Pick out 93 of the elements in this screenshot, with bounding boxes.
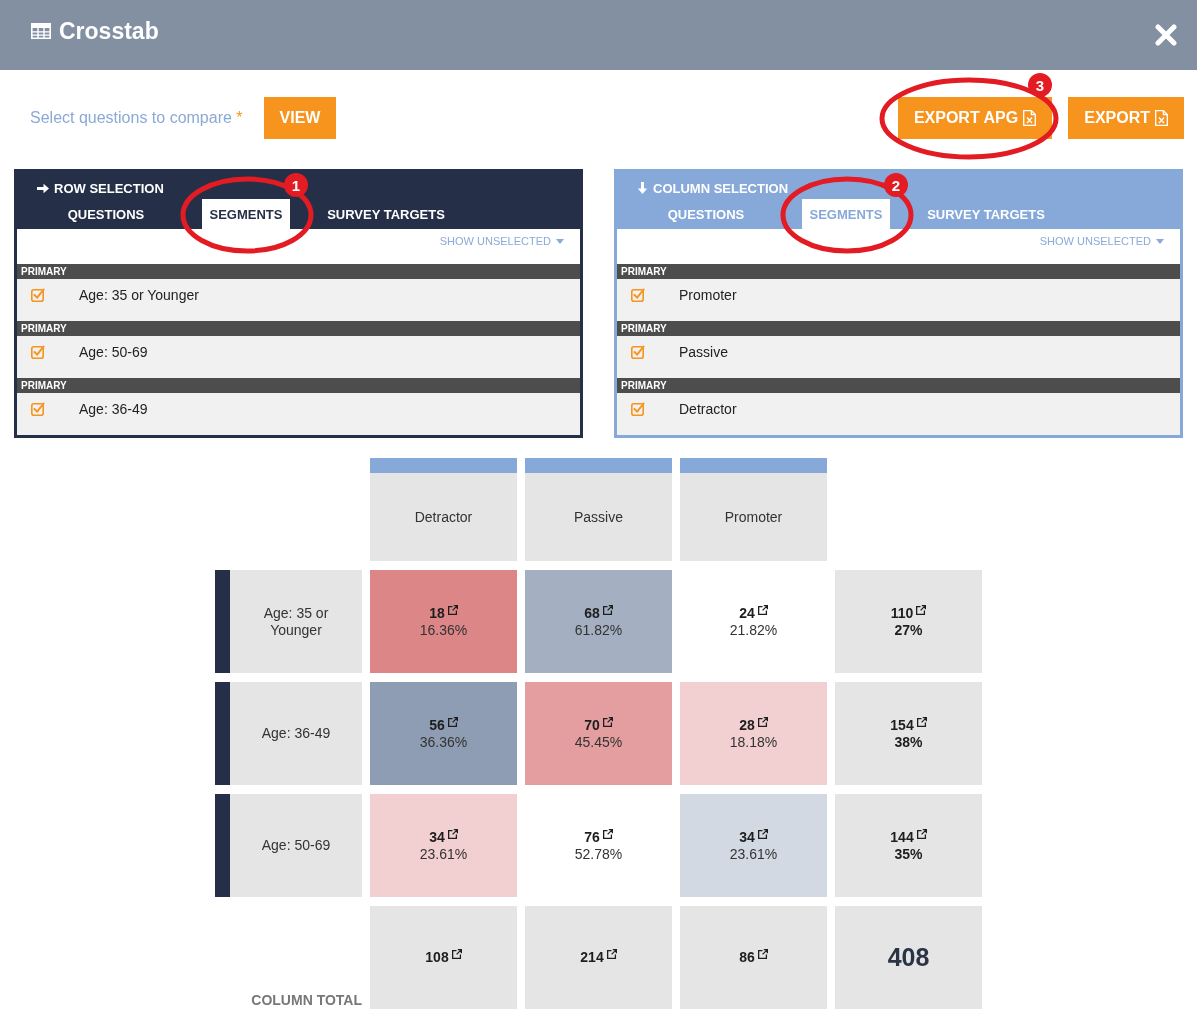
cell-percent: 21.82%: [729, 622, 778, 638]
checkbox[interactable]: [631, 402, 645, 416]
cell-count: 24: [739, 605, 755, 622]
table-icon: [31, 23, 51, 39]
external-link-icon[interactable]: [602, 605, 613, 615]
external-link-icon[interactable]: [757, 605, 768, 615]
segment-label: Age: 50-69: [79, 343, 148, 361]
cell-percent: 16.36%: [419, 622, 468, 638]
checkbox[interactable]: [31, 402, 45, 416]
segment-item[interactable]: Passive: [617, 336, 1180, 378]
external-link-icon[interactable]: [602, 829, 613, 839]
cell-percent: 45.45%: [574, 734, 623, 750]
close-button[interactable]: [1155, 24, 1177, 46]
cell-percent: 18.18%: [729, 734, 778, 750]
external-link-icon[interactable]: [447, 829, 458, 839]
external-link-icon[interactable]: [447, 717, 458, 727]
column-header: Promoter: [680, 458, 827, 561]
callout-badge: 2: [884, 173, 908, 197]
callout-badge: 1: [284, 173, 308, 197]
cell-count: 18: [429, 605, 445, 622]
panel-tab[interactable]: SURVEY TARGETS: [319, 199, 453, 229]
checkbox[interactable]: [631, 288, 645, 302]
panel-title: ROW SELECTION: [54, 180, 164, 196]
group-heading: PRIMARY: [617, 264, 1180, 279]
segment-label: Age: 36-49: [79, 400, 148, 418]
row-total-count: 110: [890, 605, 914, 622]
row-total-percent: 27%: [894, 622, 923, 638]
column-total-count: 108: [425, 949, 449, 966]
checkbox[interactable]: [631, 345, 645, 359]
external-link-icon[interactable]: [916, 605, 927, 615]
segment-label: Detractor: [679, 400, 737, 418]
prompt-text: Select questions to compare *: [30, 109, 243, 127]
cell-count: 76: [584, 829, 600, 846]
cell-count: 70: [584, 717, 600, 734]
checkbox[interactable]: [31, 288, 45, 302]
external-link-icon[interactable]: [602, 717, 613, 727]
excel-file-icon: [1155, 110, 1168, 126]
cell-percent: 36.36%: [419, 734, 468, 750]
caret-down-icon: [556, 239, 564, 244]
group-heading: PRIMARY: [617, 321, 1180, 336]
segment-label: Promoter: [679, 286, 737, 304]
column-total-label: COLUMN TOTAL: [251, 992, 362, 1009]
segment-item[interactable]: Age: 35 or Younger: [17, 279, 580, 321]
group-heading: PRIMARY: [617, 378, 1180, 393]
row-total-percent: 35%: [894, 846, 923, 862]
segment-item[interactable]: Promoter: [617, 279, 1180, 321]
segment-label: Passive: [679, 343, 729, 361]
external-link-icon[interactable]: [757, 829, 768, 839]
external-link-icon[interactable]: [606, 949, 617, 959]
row-label: Age: 35 or Younger: [215, 570, 362, 673]
arrow-down-icon: [637, 182, 648, 194]
external-link-icon[interactable]: [451, 949, 462, 959]
row-total-percent: 38%: [894, 734, 923, 750]
checkbox[interactable]: [31, 345, 45, 359]
column-total-count: 214: [580, 949, 604, 966]
cell-percent: 23.61%: [419, 846, 468, 862]
column-header: Passive: [525, 458, 672, 561]
row-total-count: 144: [890, 829, 914, 846]
row-label: Age: 50-69: [215, 794, 362, 897]
callout-badge: 3: [1027, 73, 1052, 97]
row-total-count: 154: [890, 717, 914, 734]
excel-file-icon: [1023, 110, 1037, 126]
cell-percent: 61.82%: [574, 622, 623, 638]
caret-down-icon: [1156, 239, 1164, 244]
cell-percent: 23.61%: [729, 846, 778, 862]
cell-count: 68: [584, 605, 600, 622]
cell-count: 34: [739, 829, 755, 846]
group-heading: PRIMARY: [17, 321, 580, 336]
grand-total: 408: [887, 943, 930, 972]
panel-title: COLUMN SELECTION: [653, 180, 789, 196]
segment-item[interactable]: Detractor: [617, 393, 1180, 435]
external-link-icon[interactable]: [916, 829, 927, 839]
external-link-icon[interactable]: [757, 717, 768, 727]
column-header: Detractor: [370, 458, 517, 561]
group-heading: PRIMARY: [17, 264, 580, 279]
external-link-icon[interactable]: [916, 717, 927, 727]
group-heading: PRIMARY: [17, 378, 580, 393]
row-label: Age: 36-49: [215, 682, 362, 785]
panel-tab[interactable]: SEGMENTS: [201, 199, 291, 229]
external-link-icon[interactable]: [757, 949, 768, 959]
close-icon: [1155, 24, 1177, 46]
panel-tab[interactable]: QUESTIONS: [59, 199, 153, 229]
window-title: Crosstab: [59, 17, 159, 45]
cell-count: 34: [429, 829, 445, 846]
segment-item[interactable]: Age: 50-69: [17, 336, 580, 378]
cell-count: 28: [739, 717, 755, 734]
segment-item[interactable]: Age: 36-49: [17, 393, 580, 435]
segment-label: Age: 35 or Younger: [79, 286, 199, 304]
column-total-count: 86: [739, 949, 755, 966]
external-link-icon[interactable]: [447, 605, 458, 615]
cell-percent: 52.78%: [574, 846, 623, 862]
cell-count: 56: [429, 717, 445, 734]
arrow-right-icon: [37, 182, 49, 194]
